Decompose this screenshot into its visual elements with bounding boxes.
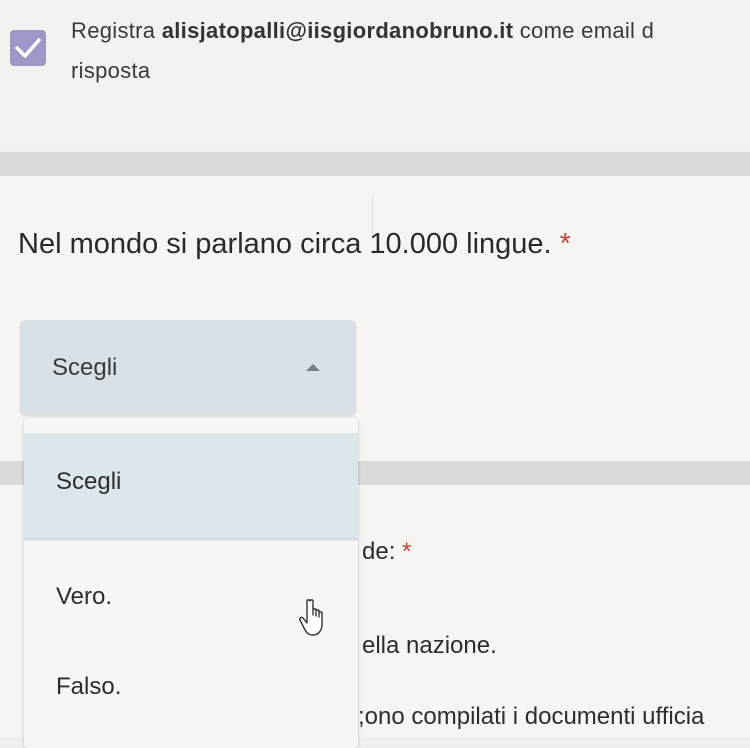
- checkmark-icon: [15, 38, 41, 58]
- dropdown-option-placeholder[interactable]: Scegli: [24, 433, 358, 541]
- email-confirm-checkbox[interactable]: [10, 30, 46, 66]
- next-question-text-fragment: ella nazione.: [362, 632, 497, 659]
- hand-pointer-icon: [299, 599, 323, 636]
- dropdown-option-false[interactable]: Falso.: [24, 673, 358, 713]
- menu-divider: [24, 538, 358, 539]
- email-confirm-label: Registra alisjatopalli@iisgiordanobruno.…: [71, 18, 655, 43]
- required-asterisk: *: [559, 228, 571, 260]
- email-address: alisjatopalli@iisgiordanobruno.it: [161, 18, 514, 43]
- section-separator: [0, 152, 750, 176]
- next-question-text-fragment: ;ono compilati i documenti ufficia: [358, 703, 705, 730]
- question-title: Nel mondo si parlano circa 10.000 lingue…: [18, 228, 571, 260]
- dropdown-selected-value: Scegli: [52, 354, 118, 381]
- email-confirm-label-line2: risposta: [71, 58, 151, 83]
- email-confirm-section: Registra alisjatopalli@iisgiordanobruno.…: [0, 0, 750, 150]
- answer-dropdown[interactable]: Scegli: [20, 320, 356, 415]
- dropdown-menu: Scegli Vero. Falso.: [24, 418, 358, 748]
- caret-up-icon: [306, 364, 320, 371]
- required-asterisk: *: [402, 538, 412, 565]
- next-question-title-fragment: de: *: [362, 538, 412, 565]
